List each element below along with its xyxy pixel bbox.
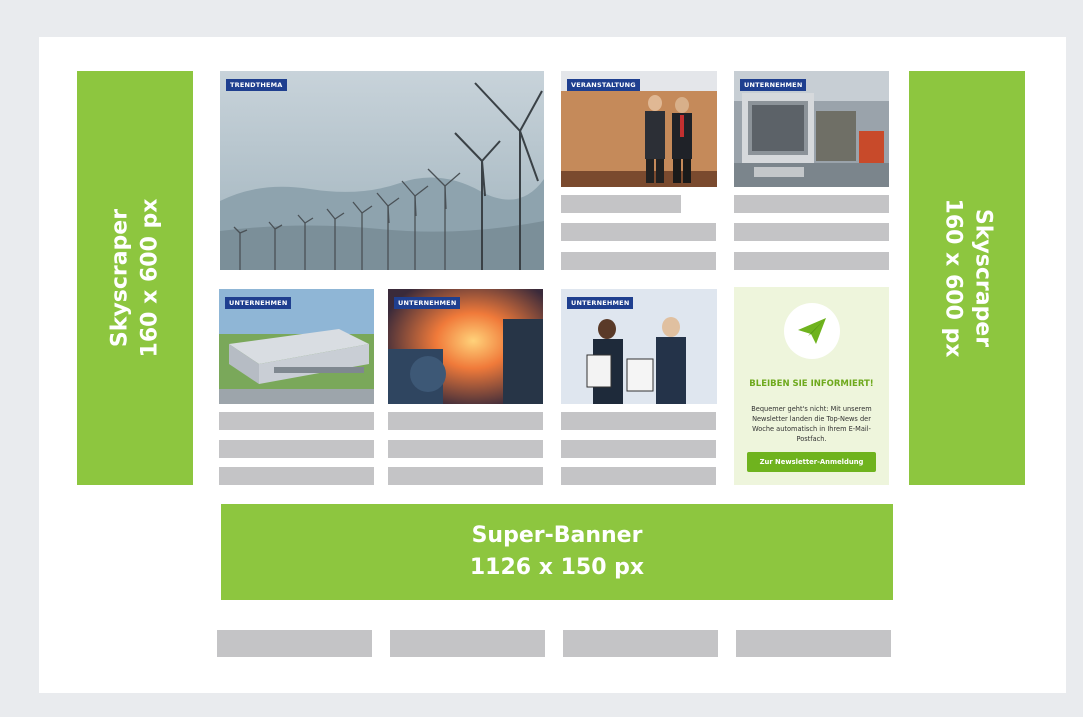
text-placeholder — [388, 440, 543, 458]
skyscraper-left-size: 160 x 600 px — [137, 198, 163, 358]
super-banner-size: 1126 x 150 px — [469, 555, 645, 580]
wind-turbines-image — [220, 71, 544, 270]
company-article-tile-1[interactable]: UNTERNEHMEN — [734, 71, 889, 187]
company-tag-3: UNTERNEHMEN — [394, 297, 461, 309]
text-placeholder — [561, 467, 716, 485]
text-placeholder — [388, 467, 543, 485]
event-article-tile[interactable]: VERANSTALTUNG — [561, 71, 717, 187]
text-placeholder — [561, 252, 716, 270]
newsletter-title: BLEIBEN SIE INFORMIERT! — [749, 379, 874, 389]
newsletter-box: BLEIBEN SIE INFORMIERT! Bequemer geht's … — [734, 287, 889, 485]
text-placeholder — [390, 630, 545, 657]
company-article-tile-2[interactable]: UNTERNEHMEN — [219, 289, 374, 404]
skyscraper-ad-right[interactable]: Skyscraper 160 x 600 px — [909, 71, 1025, 485]
skyscraper-right-size: 160 x 600 px — [940, 198, 966, 358]
paper-plane-icon — [784, 303, 840, 359]
super-banner-label: Super-Banner — [471, 523, 643, 548]
super-banner-ad[interactable]: Super-Banner 1126 x 150 px — [221, 504, 893, 600]
skyscraper-left-label: Skyscraper — [107, 208, 133, 348]
newsletter-signup-button[interactable]: Zur Newsletter-Anmeldung — [747, 452, 876, 472]
newsletter-body: Bequemer geht's nicht: Mit unserem Newsl… — [751, 405, 872, 443]
trend-tag: TRENDTHEMA — [226, 79, 287, 91]
text-placeholder — [734, 195, 889, 213]
text-placeholder — [561, 440, 716, 458]
company-article-tile-3[interactable]: UNTERNEHMEN — [388, 289, 543, 404]
text-placeholder — [563, 630, 718, 657]
event-tag: VERANSTALTUNG — [567, 79, 640, 91]
text-placeholder — [561, 412, 716, 430]
text-placeholder — [561, 195, 681, 213]
text-placeholder — [561, 223, 716, 241]
text-placeholder — [388, 412, 543, 430]
text-placeholder — [736, 630, 891, 657]
skyscraper-right-label: Skyscraper — [970, 208, 996, 348]
text-placeholder — [734, 223, 889, 241]
text-placeholder — [217, 630, 372, 657]
company-tag-1: UNTERNEHMEN — [740, 79, 807, 91]
company-article-tile-4[interactable]: UNTERNEHMEN — [561, 289, 717, 404]
trend-article-tile[interactable]: TRENDTHEMA — [220, 71, 544, 270]
company-tag-2: UNTERNEHMEN — [225, 297, 292, 309]
text-placeholder — [219, 412, 374, 430]
text-placeholder — [219, 467, 374, 485]
text-placeholder — [219, 440, 374, 458]
skyscraper-ad-left[interactable]: Skyscraper 160 x 600 px — [77, 71, 193, 485]
text-placeholder — [734, 252, 889, 270]
company-tag-4: UNTERNEHMEN — [567, 297, 634, 309]
